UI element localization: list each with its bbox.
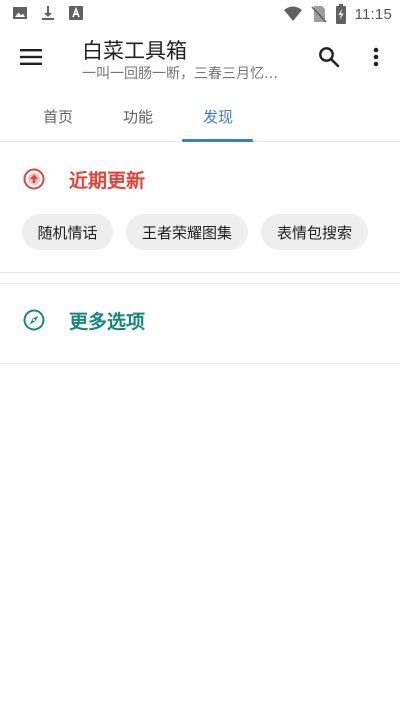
app-bar: 白菜工具箱 一叫一回肠一断，三春三月忆… xyxy=(0,28,400,90)
no-sim-icon xyxy=(310,5,327,23)
tab-indicator xyxy=(182,139,253,142)
wifi-icon xyxy=(283,5,303,23)
chip-honor-of-kings-gallery[interactable]: 王者荣耀图集 xyxy=(126,214,248,250)
download-icon xyxy=(40,5,56,21)
tab-bar: 首页 功能 发现 xyxy=(0,90,400,142)
battery-charging-icon xyxy=(335,4,347,24)
more-options-button[interactable] xyxy=(364,44,388,74)
search-button[interactable] xyxy=(314,44,344,74)
app-subtitle: 一叫一回肠一断，三春三月忆… xyxy=(82,66,278,82)
more-options-title: 更多选项 xyxy=(69,311,146,333)
image-icon xyxy=(12,5,28,21)
chip-sticker-search[interactable]: 表情包搜索 xyxy=(261,214,368,250)
arrow-up-circle-icon xyxy=(22,167,46,191)
compass-icon xyxy=(22,308,46,332)
menu-icon xyxy=(20,49,42,69)
more-options-section[interactable]: 更多选项 xyxy=(0,284,400,364)
menu-button[interactable] xyxy=(14,42,48,76)
font-icon xyxy=(68,5,84,21)
recent-updates-section: 近期更新 随机情话 王者荣耀图集 表情包搜索 xyxy=(0,143,400,273)
status-bar-right: 11:15 xyxy=(283,4,392,24)
status-bar-left xyxy=(12,5,84,21)
app-title: 白菜工具箱 xyxy=(82,39,187,63)
status-bar: 11:15 xyxy=(0,0,400,28)
recent-updates-title: 近期更新 xyxy=(69,170,146,192)
search-icon xyxy=(318,46,340,72)
chip-random-love-words[interactable]: 随机情话 xyxy=(22,214,113,250)
tab-home[interactable]: 首页 xyxy=(18,90,98,142)
more-vert-icon xyxy=(373,47,379,71)
tab-discover[interactable]: 发现 xyxy=(178,90,258,142)
tab-features[interactable]: 功能 xyxy=(98,90,178,142)
status-time: 11:15 xyxy=(354,5,392,23)
